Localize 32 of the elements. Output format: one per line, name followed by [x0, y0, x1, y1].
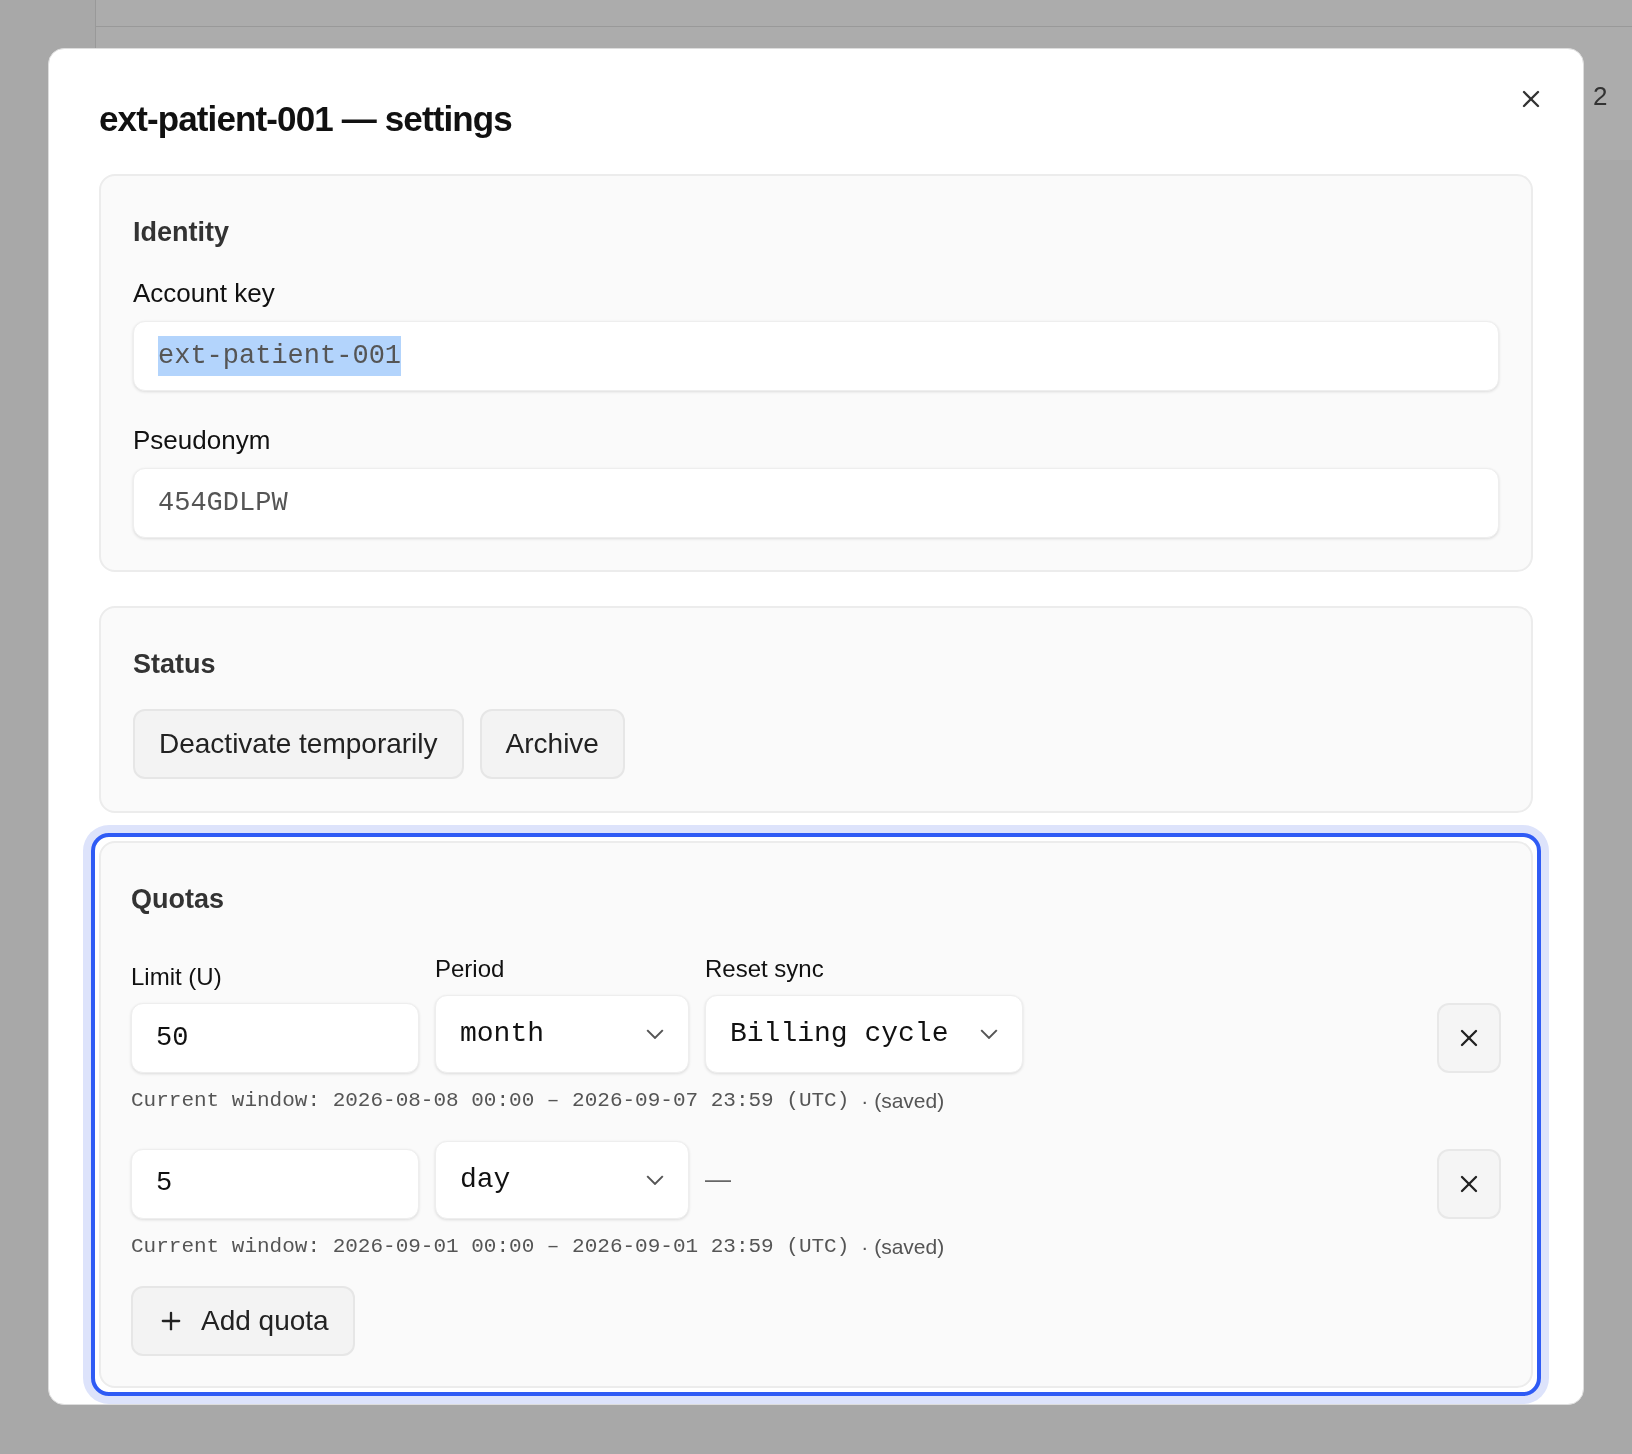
chevron-down-icon: [646, 1029, 664, 1039]
select-field[interactable]: Billing cycle: [705, 995, 1023, 1073]
field-value: ext-patient-001: [158, 335, 402, 377]
limit-field[interactable]: 50: [131, 1003, 419, 1073]
saved-text: · (saved): [861, 1233, 945, 1260]
saved-text: · (saved): [861, 1088, 945, 1114]
add-quota-button[interactable]: Add quota: [131, 1286, 355, 1356]
section-heading: Identity: [133, 215, 230, 249]
limit-field[interactable]: 5: [131, 1148, 419, 1219]
status-button[interactable]: Archive: [479, 708, 625, 779]
select-field[interactable]: month: [435, 995, 689, 1073]
empty-value: —: [705, 1163, 732, 1196]
window-text: Current window: 2026-09-01 00:00 – 2026-09-01 23:59 (UTC): [131, 1233, 850, 1260]
text-field[interactable]: ext-patient-001: [133, 321, 1499, 391]
select-field[interactable]: day: [435, 1140, 689, 1219]
text-field[interactable]: 454GDLPW: [133, 468, 1499, 538]
status-button[interactable]: Deactivate temporarily: [133, 708, 464, 779]
window-text: Current window: 2026-08-08 00:00 – 2026-09-07 23:59 (UTC): [131, 1088, 850, 1114]
remove-button[interactable]: [1437, 1003, 1501, 1073]
field-label: Account key: [133, 277, 276, 310]
column-label: Limit (U): [131, 962, 223, 992]
background-text: 2: [1593, 80, 1608, 113]
column-label: Reset sync: [705, 954, 825, 984]
section-heading: Quotas: [131, 882, 225, 916]
dialog-title: ext-patient-001 — settings: [99, 98, 513, 140]
field-label: Pseudonym: [133, 424, 272, 457]
column-label: Period: [435, 954, 506, 984]
chevron-down-icon: [980, 1029, 998, 1039]
field-value: 454GDLPW: [158, 486, 288, 520]
chevron-down-icon: [646, 1174, 664, 1185]
remove-button[interactable]: [1437, 1148, 1501, 1219]
section-heading: Status: [133, 648, 217, 681]
